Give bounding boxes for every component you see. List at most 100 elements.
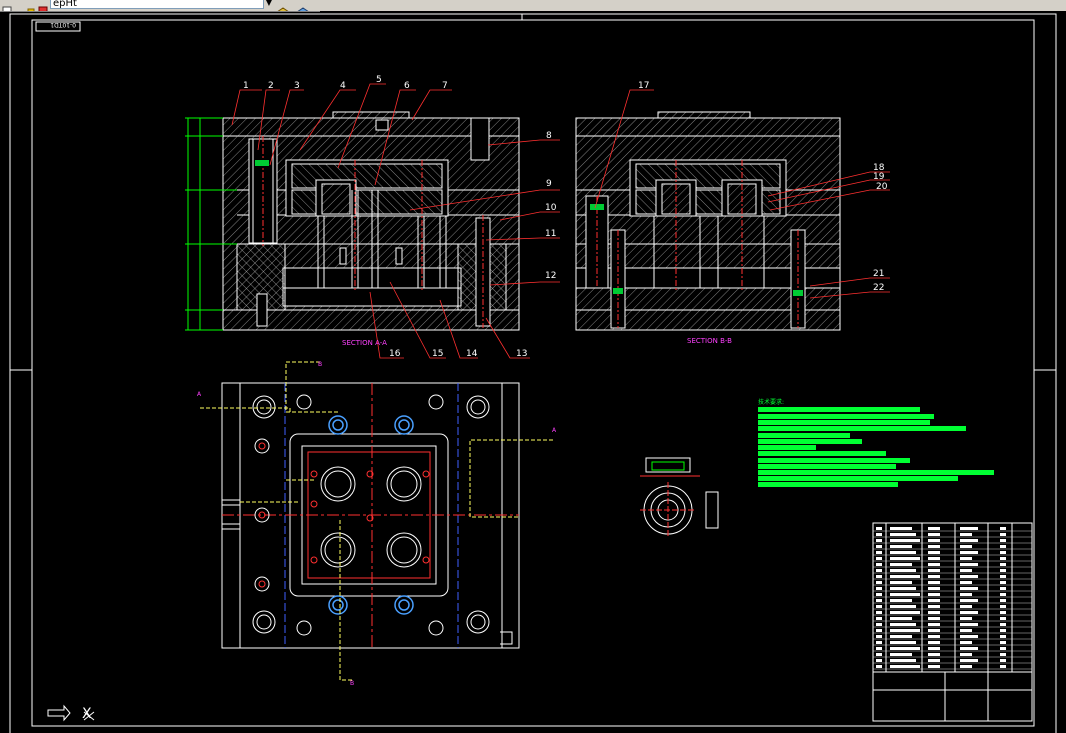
section-bb-title: SECTION B-B (687, 337, 732, 345)
bom-cell-text (928, 593, 940, 596)
bom-cell-text (960, 653, 972, 656)
section-mark-b-top: B (318, 361, 322, 368)
bom-cell-text (1000, 653, 1006, 656)
bom-cell-text (890, 527, 912, 530)
bom-cell-text (890, 665, 920, 668)
bom-cell-text (1000, 575, 1006, 578)
bom-cell-text (960, 527, 978, 530)
bom-cell-text (1000, 635, 1006, 638)
bom-cell-text (876, 545, 882, 548)
bom-cell-text (876, 593, 882, 596)
bom-cell-text (876, 605, 882, 608)
part-label-12: 12 (545, 271, 556, 281)
plan-view (200, 361, 553, 681)
bom-cell-text (928, 581, 940, 584)
bom-cell-text (890, 557, 920, 560)
ucs-icon: X (44, 702, 114, 724)
bom-cell-text (876, 581, 882, 584)
bom-cell-text (876, 539, 882, 542)
sheet-code-box: 0-10TD1 (35, 21, 81, 32)
part-label-16: 16 (389, 349, 401, 359)
bom-cell-text (928, 539, 940, 542)
bom-cell-text (1000, 647, 1006, 650)
bom-cell-text (928, 635, 940, 638)
bom-cell-text (928, 647, 940, 650)
bom-cell-text (1000, 587, 1006, 590)
bom-cell-text (928, 563, 940, 566)
bom-cell-text (960, 545, 972, 548)
part-label-17: 17 (638, 81, 649, 91)
bom-cell-text (890, 569, 916, 572)
bom-cell-text (1000, 641, 1006, 644)
bom-cell-text (876, 611, 882, 614)
section-mark-a-left: A (197, 391, 202, 398)
bom-cell-text (890, 533, 916, 536)
bom-cell-text (1000, 563, 1006, 566)
part-label-3: 3 (294, 81, 300, 91)
bom-cell-text (928, 545, 940, 548)
bom-cell-text (876, 617, 882, 620)
bom-cell-text (890, 545, 912, 548)
part-label-13: 13 (516, 349, 527, 359)
bom-cell-text (960, 575, 978, 578)
bom-cell-text (928, 569, 940, 572)
bom-cell-text (876, 659, 882, 662)
section-bb-view (575, 111, 841, 331)
bom-cell-text (876, 653, 882, 656)
part-label-21: 21 (873, 269, 884, 279)
bom-cell-text (960, 581, 972, 584)
bom-cell-text (960, 641, 972, 644)
bom-cell-text (960, 593, 972, 596)
bom-cell-text (890, 593, 920, 596)
bom-cell-text (1000, 659, 1006, 662)
bom-cell-text (1000, 599, 1006, 602)
bom-cell-text (890, 617, 912, 620)
bom-cell-text (960, 647, 978, 650)
bom-cell-text (960, 533, 972, 536)
part-label-9: 9 (546, 179, 552, 189)
part-label-2: 2 (268, 81, 274, 91)
bom-cell-text (960, 569, 972, 572)
bom-cell-text (928, 665, 940, 668)
part-label-6: 6 (404, 81, 410, 91)
bom-cell-text (960, 539, 978, 542)
bom-cell-text (960, 629, 972, 632)
bom-cell-text (1000, 623, 1006, 626)
bom-cell-text (960, 665, 972, 668)
part-label-1: 1 (243, 81, 249, 91)
bom-cell-text (890, 605, 916, 608)
bom-cell-text (876, 569, 882, 572)
bom-cell-text (960, 557, 972, 560)
part-label-20: 20 (876, 182, 888, 192)
bom-cell-text (876, 587, 882, 590)
bom-cell-text (890, 635, 912, 638)
bom-cell-text (960, 623, 978, 626)
part-label-22: 22 (873, 283, 884, 293)
bom-cell-text (876, 599, 882, 602)
part-label-19: 19 (873, 172, 885, 182)
bom-cell-text (876, 629, 882, 632)
bom-cell-text (928, 641, 940, 644)
bom-cell-text (890, 629, 920, 632)
part-label-15: 15 (432, 349, 443, 359)
bom-cell-text (890, 641, 916, 644)
bom-cell-text (876, 641, 882, 644)
ucs-x-label: X (82, 706, 92, 722)
bom-cell-text (1000, 665, 1006, 668)
bom-cell-text (890, 539, 920, 542)
sheet-code: 0-10TD1 (50, 21, 76, 28)
bom-cell-text (960, 617, 972, 620)
bom-cell-text (876, 647, 882, 650)
bom-cell-text (928, 629, 940, 632)
cad-drawing-canvas[interactable]: 0-10TD1 1 2 3 4 5 6 7 8 9 10 11 12 16 15… (0, 0, 1066, 733)
bom-cell-text (1000, 527, 1006, 530)
bom-cell-text (1000, 593, 1006, 596)
part-label-11: 11 (545, 229, 556, 239)
bom-cell-text (876, 527, 882, 530)
bom-cell-text (928, 605, 940, 608)
bom-cell-text (928, 551, 940, 554)
bom-cell-text (890, 623, 916, 626)
bom-cell-text (890, 653, 912, 656)
bom-cell-text (928, 653, 940, 656)
bom-cell-text (960, 659, 978, 662)
